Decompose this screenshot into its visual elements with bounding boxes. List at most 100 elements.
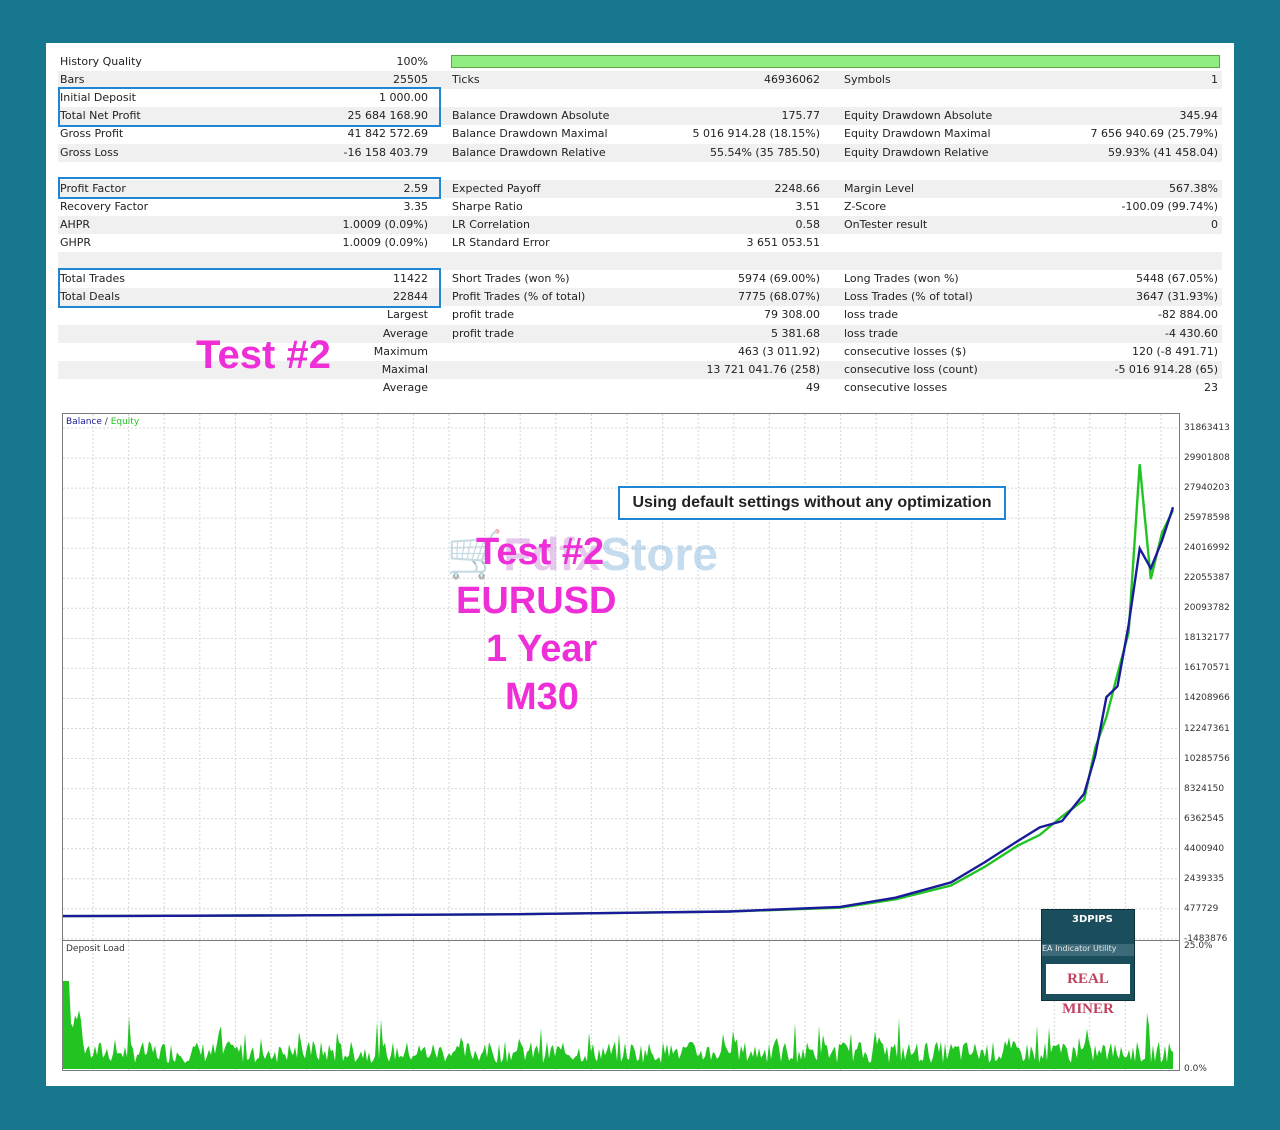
stat-value: 3.51 [795,199,821,213]
stat-value: 1 000.00 [379,91,428,105]
y-tick-label: 477729 [1184,903,1219,914]
stat-value: 345.94 [1179,109,1219,123]
stat-value: -4 430.60 [1165,326,1218,340]
y-tick-label: 8324150 [1184,783,1225,794]
stat-value: 463 (3 011.92) [737,344,820,358]
stat-label: profit trade [452,326,515,340]
stat-label: Margin Level [844,181,915,195]
y-tick-label: 31863413 [1184,423,1230,433]
stat-label: Balance Drawdown Relative [452,145,606,159]
stats-row: Initial Deposit 1 000.00 [58,89,1222,107]
stat-label: OnTester result [844,217,928,231]
stat-label: Total Deals [60,290,120,304]
settings-note: Using default settings without any optim… [618,486,1006,520]
stats-row: Gross Profit 41 842 572.69 Balance Drawdow… [58,125,1222,143]
stat-value: 5974 (69.00%) [737,272,820,286]
stat-value: 120 (-8 491.71) [1131,344,1218,358]
stat-label: Equity Drawdown Relative [844,145,989,159]
y-tick-label: 20093782 [1184,603,1230,614]
test-number-label: Test #2 [196,333,331,377]
deposit-load-chart: Deposit Load [62,940,1180,1071]
stat-label: Profit Factor [60,181,126,195]
stat-label: Expected Payoff [452,181,541,195]
stats-row: AHPR 1.0009 (0.09%) LR Correlation 0.58 OnTe… [58,215,1222,234]
stat-label: Short Trades (won %) [452,272,570,286]
overlay-symbol-line: EURUSD [456,580,617,622]
stat-label: LR Correlation [452,217,530,231]
logo-brand: 3DPIPS [1072,914,1113,925]
stat-value: 23 [1204,380,1218,394]
stat-label: Ticks [452,73,480,87]
stat-value: 1 [1211,73,1218,87]
stat-label: loss trade [844,326,899,340]
stat-label: Recovery Factor [60,199,149,213]
stat-label: Gross Profit [60,127,124,141]
stat-value: 13 721 041.76 (258) [706,362,820,376]
stat-label: Sharpe Ratio [452,199,523,213]
y-tick-label: 24016992 [1184,543,1230,554]
overlay-period-line: 1 Year [486,628,598,670]
stat-label: GHPR [60,236,92,249]
stat-value: Average [382,326,428,340]
stat-value: Largest [387,308,428,322]
stat-label: Long Trades (won %) [844,272,959,286]
stats-row: Total Trades 11422 Short Trades (won %) 597… [58,270,1222,288]
stat-value: Maximum [373,344,428,358]
stat-value: 79 308.00 [764,308,820,322]
stat-label: Initial Deposit [60,91,136,105]
legend-equity: Equity [110,417,140,427]
stat-value: 3.35 [403,199,429,213]
deposit-load-svg [63,941,1173,1070]
stats-row: Average 49 consecutive losses 23 [58,379,1222,397]
stat-label: profit trade [452,308,515,322]
stat-value: 0.58 [795,217,821,231]
watermark-text-b: Store [600,528,718,580]
stat-value: 567.38% [1169,181,1218,195]
stats-row [58,252,1222,271]
load-tick-label: 0.0% [1184,1064,1207,1074]
y-tick-label: 27940203 [1184,483,1230,494]
stat-value: Maximal [381,362,428,376]
history-quality-bar [451,55,1220,68]
stat-value: 3 651 053.51 [746,236,820,249]
stat-value: 25 684 168.90 [347,109,428,123]
stat-label: Gross Loss [60,145,119,159]
y-tick-label: 25978598 [1184,513,1230,524]
stat-value: 25505 [393,73,428,87]
stats-row: GHPR 1.0009 (0.09%) LR Standard Error 3 651… [58,234,1222,252]
stats-row: Total Deals 22844 Profit Trades (% of tota… [58,288,1222,307]
stat-label: Loss Trades (% of total) [844,290,973,304]
overlay-test-line: Test #2 [476,531,605,573]
y-tick-label: 29901808 [1184,453,1230,464]
stat-value: 100% [396,55,428,68]
stats-row: Largest profit trade 79 308.00 loss trade -8… [58,306,1222,324]
stat-value: 22844 [393,290,428,304]
stats-row [58,162,1222,180]
stat-value: 1.0009 (0.09%) [342,236,428,249]
stat-value: -100.09 (99.74%) [1121,199,1218,213]
stat-label: LR Standard Error [452,236,550,249]
stat-value: -5 016 914.28 (65) [1114,362,1218,376]
overlay-timeframe-line: M30 [505,676,579,718]
stat-label: consecutive losses [844,380,948,394]
stat-label: History Quality [60,55,142,68]
stat-label: Bars [60,73,85,87]
stat-label: Equity Drawdown Absolute [844,109,993,123]
stat-value: -16 158 403.79 [343,145,428,159]
stat-label: loss trade [844,308,899,322]
stat-value: 175.77 [781,109,821,123]
stat-value: 59.93% (41 458.04) [1107,145,1218,159]
stat-label: Balance Drawdown Maximal [452,127,608,141]
y-tick-label: 10285756 [1184,753,1230,764]
stat-value: 2248.66 [774,181,821,195]
stat-value: 55.54% (35 785.50) [709,145,820,159]
deposit-load-legend: Deposit Load [66,944,125,954]
y-tick-label: 16170571 [1184,663,1230,674]
y-tick-label: 12247361 [1184,723,1230,734]
stat-label: Equity Drawdown Maximal [844,127,991,141]
logo-tagline: EA Indicator Utility [1042,944,1134,956]
stats-row: Total Net Profit 25 684 168.90 Balance Dra… [58,107,1222,126]
stat-value: 0 [1211,217,1218,231]
stat-value: Average [382,380,428,394]
stats-row: Recovery Factor 3.35 Sharpe Ratio 3.51 Z-Sco… [58,198,1222,216]
